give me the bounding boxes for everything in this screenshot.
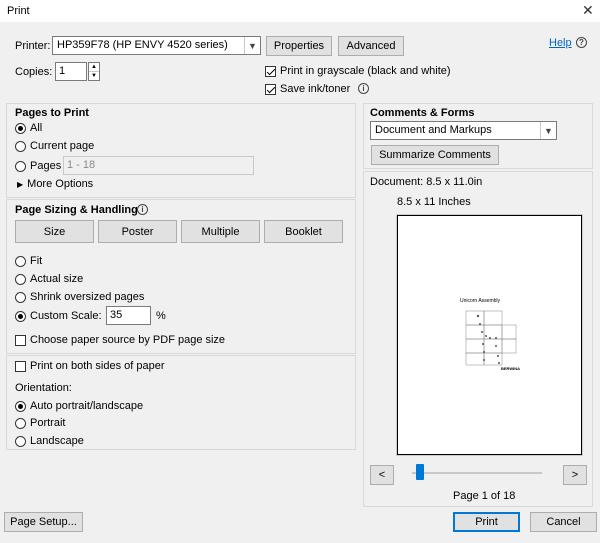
copies-stepper[interactable]: ▲ ▼ [88,62,100,81]
printer-select-value: HP359F78 (HP ENVY 4520 series) [57,39,228,51]
custom-scale-input[interactable]: 35 [106,306,151,325]
page-setup-button[interactable]: Page Setup... [4,512,83,532]
stepper-down-icon[interactable]: ▼ [89,72,99,80]
orientation-auto-radio[interactable] [15,400,26,412]
more-options-toggle[interactable]: ▶ More Options [17,178,93,190]
fit-radio[interactable] [15,255,26,267]
doc-logo-text: BERWINA [501,366,520,371]
save-ink-checkbox[interactable] [265,83,276,95]
document-size: Document: 8.5 x 11.0in [370,176,483,188]
pages-current-label: Current page [30,140,95,152]
orientation-title: Orientation: [15,382,72,394]
stepper-up-icon[interactable]: ▲ [89,63,99,72]
actual-size-option[interactable]: Actual size [15,273,83,285]
pages-range-input[interactable]: 1 - 18 [63,156,254,175]
custom-scale-option[interactable]: Custom Scale: [15,310,102,322]
next-page-button[interactable]: > [563,465,587,485]
orientation-auto-option[interactable]: Auto portrait/landscape [15,400,143,412]
shrink-label: Shrink oversized pages [30,291,145,303]
chevron-down-icon: ▼ [244,37,260,54]
actual-size-radio[interactable] [15,273,26,285]
actual-size-label: Actual size [30,273,84,285]
duplex-checkbox[interactable] [15,360,26,372]
orientation-landscape-option[interactable]: Landscape [15,435,84,447]
custom-scale-radio[interactable] [15,310,26,322]
pages-to-print-title: Pages to Print [15,107,89,119]
fit-label: Fit [30,255,43,267]
duplex-option[interactable]: Print on both sides of paper [15,360,165,372]
copies-input[interactable]: 1 [55,62,87,81]
pages-all-radio[interactable] [15,122,26,134]
cancel-button[interactable]: Cancel [530,512,597,532]
percent-label: % [156,310,166,322]
doc-title-text: Unicorn Assembly [460,298,501,304]
window-title: Print [7,5,30,17]
help-info-icon[interactable]: ? [576,37,587,48]
unicorn-figure [476,314,500,364]
orientation-landscape-label: Landscape [30,435,84,447]
pages-all-label: All [30,122,43,134]
page-sizing-title: Page Sizing & Handling [15,204,138,216]
custom-scale-value: 35 [110,309,123,321]
page-indicator: Page 1 of 18 [453,490,516,502]
prev-page-button[interactable]: < [370,465,394,485]
tab-size[interactable]: Size [15,220,94,243]
more-options-label: More Options [27,178,94,190]
fit-option[interactable]: Fit [15,255,42,267]
pages-range-option[interactable]: Pages [15,160,61,172]
tab-poster[interactable]: Poster [98,220,177,243]
orientation-portrait-label: Portrait [30,417,66,429]
copies-label: Copies: [15,66,53,78]
printer-select[interactable]: HP359F78 (HP ENVY 4520 series) ▼ [52,36,261,55]
close-icon[interactable]: ✕ [582,2,594,19]
comments-forms-select[interactable]: Document and Markups ▼ [370,121,557,140]
orientation-landscape-radio[interactable] [15,435,26,447]
grayscale-option[interactable]: Print in grayscale (black and white) [265,65,451,77]
shrink-option[interactable]: Shrink oversized pages [15,291,144,303]
help-link[interactable]: Help [549,37,572,49]
orientation-portrait-radio[interactable] [15,417,26,429]
orientation-portrait-option[interactable]: Portrait [15,417,65,429]
paper-size: 8.5 x 11 Inches [397,196,471,208]
custom-scale-label: Custom Scale: [30,310,102,322]
comments-forms-title: Comments & Forms [370,107,475,119]
properties-button[interactable]: Properties [266,36,332,56]
choose-source-label: Choose paper source by PDF page size [30,334,226,346]
pages-all-option[interactable]: All [15,122,42,134]
grayscale-checkbox[interactable] [265,65,276,77]
pages-range-radio[interactable] [15,160,26,172]
chevron-down-icon: ▼ [540,122,556,139]
page-slider-thumb[interactable] [416,464,424,480]
page-thumbnail: Unicorn Assembly BERWINA [460,298,520,371]
comments-forms-value: Document and Markups [375,124,492,136]
printer-label: Printer: [15,40,51,52]
pages-current-radio[interactable] [15,140,26,152]
copies-value: 1 [59,65,66,77]
choose-source-checkbox[interactable] [15,334,26,346]
save-ink-info-icon[interactable]: i [358,83,369,94]
pages-range-value: 1 - 18 [67,159,96,171]
save-ink-option[interactable]: Save ink/toner [265,83,350,95]
grayscale-label: Print in grayscale (black and white) [280,65,451,77]
pages-range-label: Pages [30,160,62,172]
tab-booklet[interactable]: Booklet [264,220,343,243]
title-bar: Print ✕ [0,0,600,22]
page-slider-track[interactable] [412,472,542,474]
advanced-button[interactable]: Advanced [338,36,404,56]
duplex-label: Print on both sides of paper [30,360,165,372]
choose-source-option[interactable]: Choose paper source by PDF page size [15,334,225,346]
tab-multiple[interactable]: Multiple [181,220,260,243]
save-ink-label: Save ink/toner [280,83,351,95]
summarize-comments-button[interactable]: Summarize Comments [371,145,499,165]
print-button[interactable]: Print [453,512,520,532]
page-sizing-info-icon[interactable]: i [137,204,148,215]
shrink-radio[interactable] [15,291,26,303]
pages-current-option[interactable]: Current page [15,140,94,152]
preview-page: Unicorn Assembly BERWINA [397,215,582,455]
orientation-auto-label: Auto portrait/landscape [30,400,144,412]
triangle-right-icon: ▶ [17,179,24,189]
